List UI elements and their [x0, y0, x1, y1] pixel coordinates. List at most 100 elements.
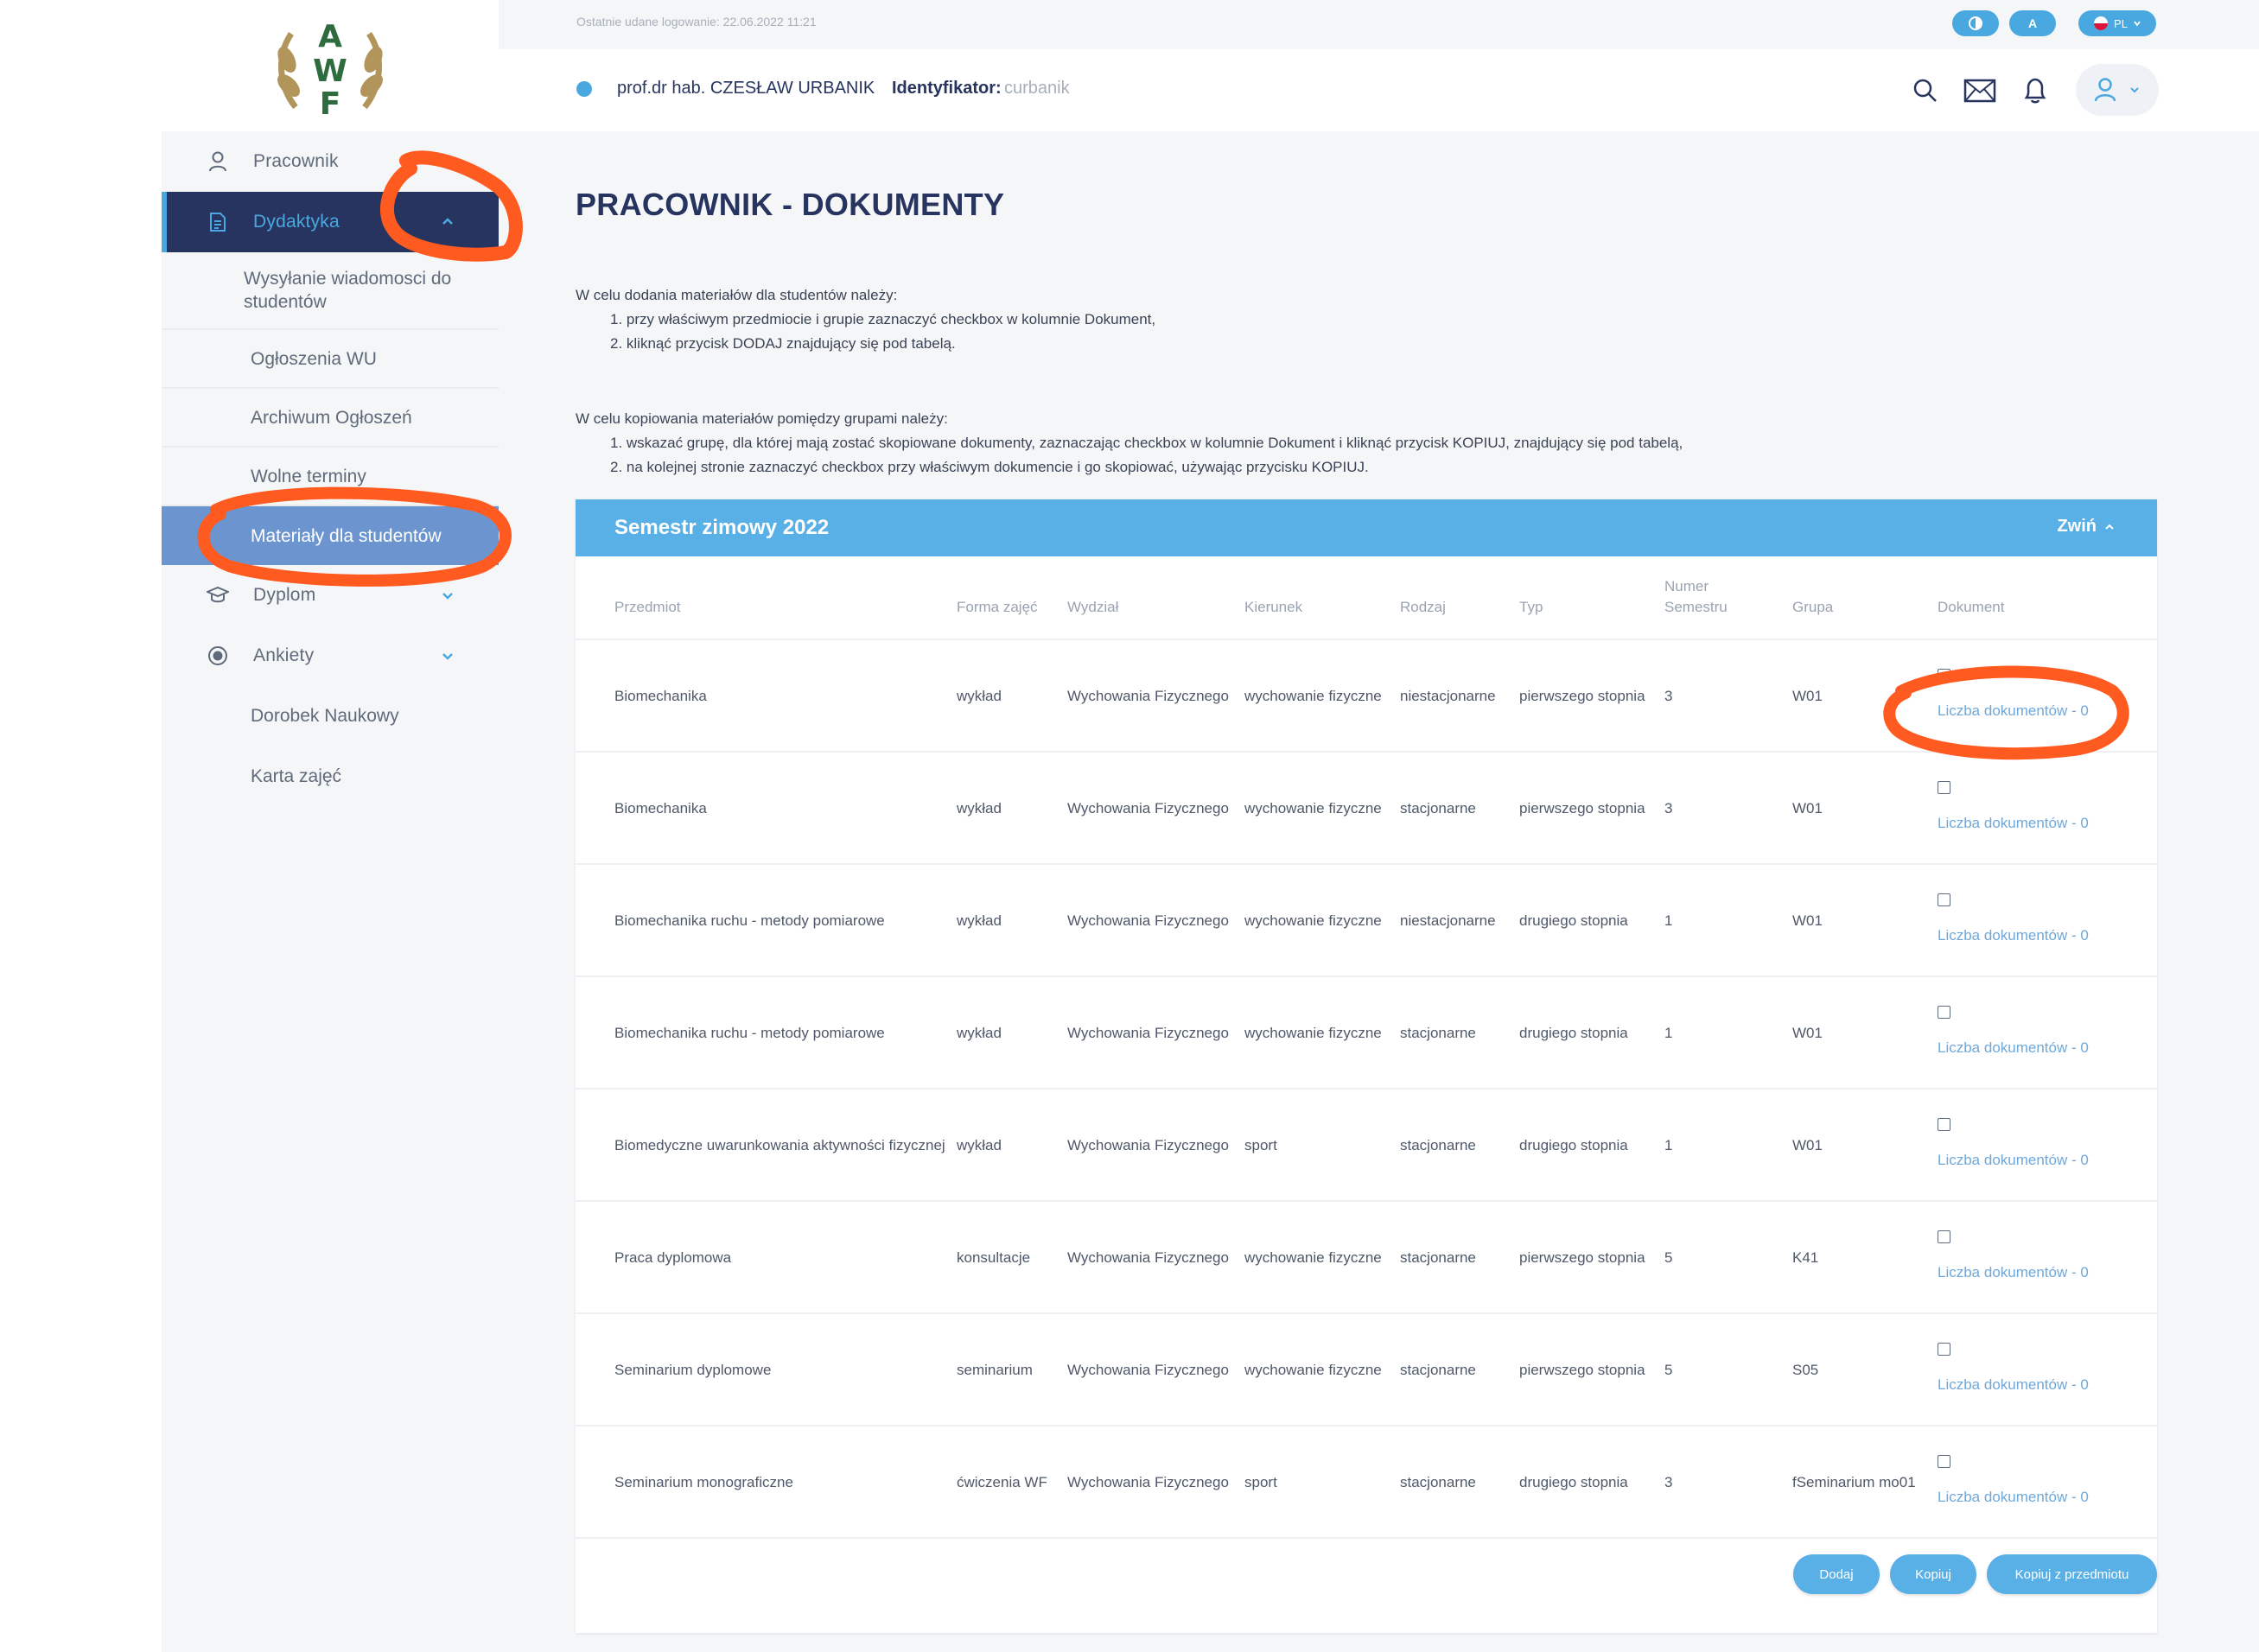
- document-checkbox[interactable]: [1938, 669, 1950, 682]
- chevron-up-icon: [2105, 524, 2114, 530]
- instructions-add-heading: W celu dodania materiałów dla studentów …: [576, 287, 898, 303]
- cell-grupa: W01: [1792, 752, 1938, 865]
- cell-grupa: S05: [1792, 1313, 1938, 1426]
- document-checkbox[interactable]: [1938, 1118, 1950, 1131]
- instructions-add-item: 2. kliknąć przycisk DODAJ znajdujący się…: [610, 335, 956, 352]
- sidebar-item-label: Pracownik: [253, 151, 339, 171]
- document-count-link[interactable]: Liczba dokumentów - 0: [1938, 927, 2089, 944]
- sidebar-subitem-ogloszenia[interactable]: Ogłoszenia WU: [162, 330, 499, 389]
- graduation-cap-icon: [205, 586, 231, 605]
- cell-grupa: fSeminarium mo01: [1792, 1426, 1938, 1539]
- page-title: PRACOWNIK - DOKUMENTY: [576, 187, 1005, 222]
- contrast-toggle-button[interactable]: [1952, 10, 1999, 36]
- document-checkbox[interactable]: [1938, 1006, 1950, 1019]
- col-kierunek: Kierunek: [1244, 556, 1400, 640]
- identifier-value: curbanik: [1004, 79, 1070, 98]
- sidebar-item-pracownik[interactable]: Pracownik: [162, 131, 499, 192]
- document-checkbox[interactable]: [1938, 1455, 1950, 1468]
- sidebar-item-label: Dyplom: [253, 585, 316, 605]
- document-checkbox[interactable]: [1938, 1230, 1950, 1243]
- cell-semestr: 3: [1664, 1426, 1792, 1539]
- col-dokument: Dokument: [1938, 556, 2157, 640]
- cell-przedmiot: Biomechanika ruchu - metody pomiarowe: [576, 976, 957, 1090]
- chevron-up-icon: [442, 218, 453, 225]
- cell-grupa: K41: [1792, 1201, 1938, 1314]
- awf-logo[interactable]: A W F: [270, 12, 391, 120]
- document-checkbox[interactable]: [1938, 1343, 1950, 1356]
- poland-flag-icon: [2094, 16, 2109, 30]
- cell-rodzaj: stacjonarne: [1400, 976, 1519, 1090]
- table-row: Praca dyplomowa konsultacje Wychowania Fiz…: [576, 1201, 2157, 1314]
- document-checkbox[interactable]: [1938, 893, 1950, 906]
- collapse-toggle[interactable]: Zwiń: [2057, 517, 2116, 537]
- language-select[interactable]: PL: [2078, 10, 2156, 36]
- sidebar-subitem-wysylanie[interactable]: Wysyłanie wiadomosci do studentów: [162, 252, 499, 330]
- notifications-button[interactable]: [2018, 73, 2052, 108]
- cell-kierunek: wychowanie fizyczne: [1244, 752, 1400, 865]
- col-semestr: Numer Semestru: [1664, 556, 1792, 640]
- document-count-link[interactable]: Liczba dokumentów - 0: [1938, 1376, 2089, 1393]
- user-bar: prof.dr hab. CZESŁAW URBANIK Identyfikat…: [499, 49, 2259, 131]
- instructions-add: W celu dodania materiałów dla studentów …: [576, 283, 1155, 356]
- instructions-copy: W celu kopiowania materiałów pomiędzy gr…: [576, 407, 1683, 480]
- document-count-link[interactable]: Liczba dokumentów - 0: [1938, 1264, 2089, 1280]
- cell-dokument: Liczba dokumentów - 0: [1938, 1426, 2157, 1539]
- user-menu-button[interactable]: [2076, 64, 2159, 116]
- cell-typ: drugiego stopnia: [1519, 976, 1664, 1090]
- col-forma: Forma zajęć: [957, 556, 1067, 640]
- copy-from-subject-button[interactable]: Kopiuj z przedmiotu: [1987, 1554, 2157, 1594]
- sidebar-subitem-archiwum[interactable]: Archiwum Ogłoszeń: [162, 389, 499, 448]
- cell-wydzial: Wychowania Fizycznego: [1067, 1201, 1244, 1314]
- cell-przedmiot: Seminarium monograficzne: [576, 1426, 957, 1539]
- document-checkbox[interactable]: [1938, 781, 1950, 794]
- document-count-link[interactable]: Liczba dokumentów - 0: [1938, 1039, 2089, 1056]
- cell-wydzial: Wychowania Fizycznego: [1067, 639, 1244, 753]
- document-count-link[interactable]: Liczba dokumentów - 0: [1938, 1152, 2089, 1168]
- table-row: Biomechanika ruchu - metody pomiarowe wyk…: [576, 864, 2157, 977]
- sidebar-item-dorobek[interactable]: Dorobek Naukowy: [162, 686, 499, 747]
- table-row: Seminarium dyplomowe seminarium Wychowania…: [576, 1313, 2157, 1426]
- col-rodzaj: Rodzaj: [1400, 556, 1519, 640]
- instructions-copy-item: 2. na kolejnej stronie zaznaczyć checkbo…: [610, 459, 1369, 475]
- sidebar-subitem-wolne-terminy[interactable]: Wolne terminy: [162, 448, 499, 506]
- sidebar-item-ankiety[interactable]: Ankiety: [162, 626, 499, 686]
- svg-text:F: F: [320, 86, 341, 120]
- font-size-button[interactable]: A: [2009, 10, 2056, 36]
- sidebar-item-label: Dydaktyka: [253, 212, 340, 232]
- add-button[interactable]: Dodaj: [1793, 1554, 1880, 1594]
- cell-wydzial: Wychowania Fizycznego: [1067, 864, 1244, 977]
- cell-typ: pierwszego stopnia: [1519, 752, 1664, 865]
- cell-przedmiot: Biomechanika: [576, 752, 957, 865]
- col-przedmiot: Przedmiot: [576, 556, 957, 640]
- document-count-link[interactable]: Liczba dokumentów - 0: [1938, 815, 2089, 831]
- sidebar-subitem-materialy[interactable]: Materiały dla studentów: [162, 506, 499, 565]
- svg-text:A: A: [318, 19, 342, 54]
- cell-forma: konsultacje: [957, 1201, 1067, 1314]
- col-wydzial: Wydział: [1067, 556, 1244, 640]
- cell-dokument: Liczba dokumentów - 0: [1938, 864, 2157, 977]
- main-content: Ostatnie udane logowanie: 22.06.2022 11:…: [499, 0, 2259, 1652]
- cell-kierunek: sport: [1244, 1426, 1400, 1539]
- cell-semestr: 3: [1664, 639, 1792, 753]
- document-count-link[interactable]: Liczba dokumentów - 0: [1938, 702, 2089, 719]
- table-row: Seminarium monograficzne ćwiczenia WF Wych…: [576, 1426, 2157, 1539]
- chevron-down-icon: [2130, 87, 2139, 93]
- cell-dokument: Liczba dokumentów - 0: [1938, 1201, 2157, 1314]
- messages-button[interactable]: [1963, 73, 1997, 108]
- cell-semestr: 5: [1664, 1313, 1792, 1426]
- sidebar-item-dyplom[interactable]: Dyplom: [162, 565, 499, 626]
- search-button[interactable]: [1908, 73, 1943, 108]
- document-count-link[interactable]: Liczba dokumentów - 0: [1938, 1489, 2089, 1505]
- cell-grupa: W01: [1792, 976, 1938, 1090]
- cell-typ: pierwszego stopnia: [1519, 1313, 1664, 1426]
- sidebar-item-dydaktyka[interactable]: Dydaktyka: [162, 192, 499, 252]
- user-icon: [2094, 78, 2116, 102]
- cell-kierunek: wychowanie fizyczne: [1244, 1313, 1400, 1426]
- sidebar-item-karta[interactable]: Karta zajęć: [162, 747, 499, 807]
- chevron-down-icon: [442, 159, 453, 166]
- user-icon: [205, 151, 231, 172]
- cell-rodzaj: niestacjonarne: [1400, 639, 1519, 753]
- copy-button[interactable]: Kopiuj: [1890, 1554, 1976, 1594]
- cell-dokument: Liczba dokumentów - 0: [1938, 1089, 2157, 1202]
- cell-przedmiot: Biomechanika ruchu - metody pomiarowe: [576, 864, 957, 977]
